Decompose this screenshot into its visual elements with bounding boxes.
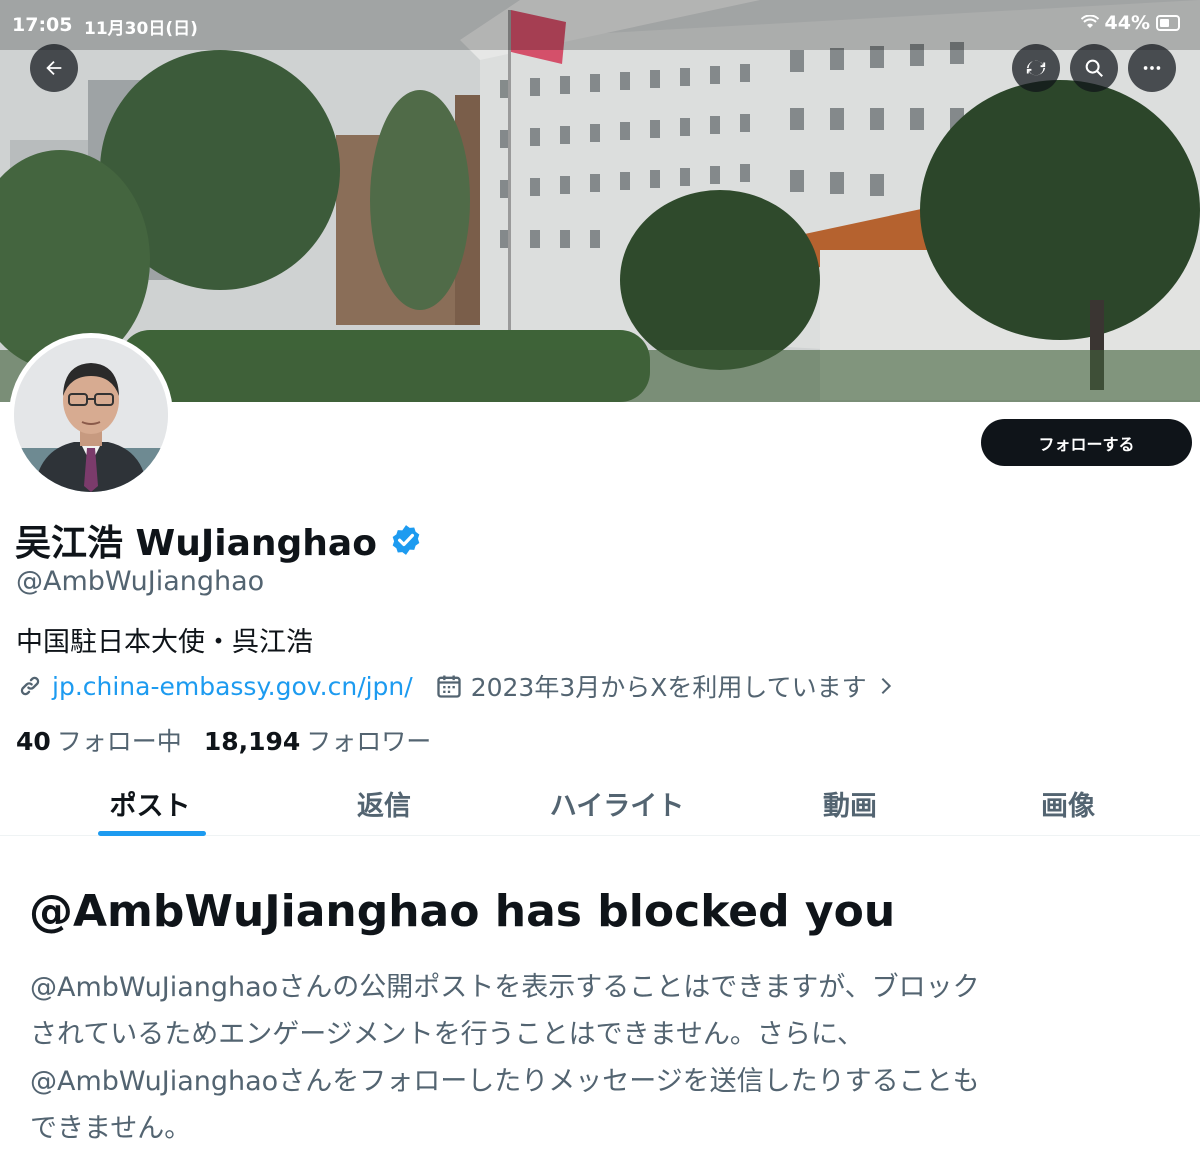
followers-stat[interactable]: 18,194 フォロワー [204, 722, 432, 758]
status-time: 17:05 [12, 14, 73, 36]
tab-videos[interactable]: 動画 [760, 770, 940, 836]
battery-icon [1156, 15, 1180, 31]
blocked-line: できません。 [30, 1113, 192, 1144]
link-icon [20, 676, 40, 696]
follow-button[interactable]: フォローする [981, 419, 1192, 466]
blocked-description: @AmbWuJianghaoさんの公開ポストを表示することはできますが、ブロック… [30, 964, 1180, 1152]
refresh-button[interactable] [1012, 44, 1060, 92]
status-bar: 17:05 11月30日(日) 44% [0, 0, 1200, 50]
verified-badge-icon[interactable] [389, 523, 423, 557]
tab-images[interactable]: 画像 [978, 770, 1158, 836]
following-stat[interactable]: 40 フォロー中 [16, 722, 182, 758]
blocked-line: されているためエンゲージメントを行うことはできません。さらに、 [30, 1019, 865, 1050]
status-right: 44% [1080, 12, 1180, 34]
refresh-icon [1026, 60, 1046, 76]
avatar[interactable] [9, 333, 173, 497]
following-count: 40 [16, 727, 51, 756]
arrow-left-icon [46, 60, 62, 76]
follow-stats: 40 フォロー中 18,194 フォロワー [16, 722, 431, 758]
tab-posts[interactable]: ポスト [60, 770, 240, 836]
joined-text: 2023年3月からXを利用しています [470, 673, 867, 702]
search-button[interactable] [1070, 44, 1118, 92]
avatar-image [14, 338, 168, 492]
profile-tabs: ポスト 返信 ハイライト 動画 画像 [0, 770, 1200, 836]
battery-percent: 44% [1104, 12, 1150, 34]
back-button[interactable] [30, 44, 78, 92]
search-icon [1085, 59, 1103, 77]
followers-count: 18,194 [203, 727, 301, 756]
blocked-line: @AmbWuJianghaoさんをフォローしたりメッセージを送信したりすることも [30, 1066, 980, 1097]
more-button[interactable] [1128, 44, 1176, 92]
profile-meta: jp.china-embassy.gov.cn/jpn/ 2023年3月からXを… [16, 668, 897, 704]
tab-highlights[interactable]: ハイライト [517, 770, 717, 836]
joined-date[interactable]: 2023年3月からXを利用しています [435, 668, 897, 704]
profile-name-row: 吴江浩 WuJianghao [15, 514, 423, 566]
active-tab-indicator [98, 831, 206, 836]
blocked-title: @AmbWuJianghao has blocked you [29, 886, 896, 937]
followers-label: フォロワー [306, 727, 432, 756]
chevron-right-icon [881, 677, 891, 695]
status-date: 11月30日(日) [84, 19, 198, 39]
bio: 中国駐日本大使・呉江浩 [16, 627, 313, 658]
more-icon [1143, 66, 1161, 70]
tab-replies[interactable]: 返信 [294, 770, 474, 836]
wifi-icon [1080, 14, 1099, 33]
blocked-line: @AmbWuJianghaoさんの公開ポストを表示することはできますが、ブロック [30, 972, 980, 1003]
calendar-icon [437, 675, 461, 698]
following-label: フォロー中 [56, 727, 182, 756]
display-name: 吴江浩 WuJianghao [15, 523, 377, 564]
handle: @AmbWuJianghao [16, 566, 265, 597]
website-link[interactable]: jp.china-embassy.gov.cn/jpn/ [52, 672, 413, 701]
